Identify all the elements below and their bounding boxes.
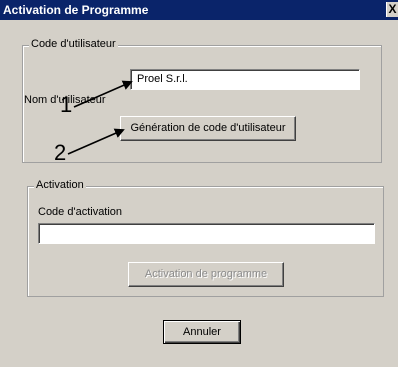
activate-program-button[interactable]: Activation de programme	[128, 262, 284, 287]
activation-code-field[interactable]	[38, 223, 375, 244]
user-code-legend: Code d'utilisateur	[29, 38, 118, 50]
window-title: Activation de Programme	[3, 3, 149, 17]
title-bar[interactable]: Activation de Programme X	[0, 0, 398, 20]
activation-code-label: Code d'activation	[38, 206, 123, 218]
cancel-button[interactable]: Annuler	[163, 320, 241, 344]
close-button[interactable]: X	[386, 2, 398, 17]
activation-dialog: Activation de Programme X Code d'utilisa…	[0, 0, 398, 367]
username-field[interactable]: Proel S.r.l.	[130, 69, 360, 90]
callout-number-1: 1	[60, 92, 73, 117]
callout-number-2: 2	[54, 140, 67, 165]
activation-legend: Activation	[34, 179, 86, 191]
generate-user-code-button[interactable]: Génération de code d'utilisateur	[120, 116, 296, 141]
